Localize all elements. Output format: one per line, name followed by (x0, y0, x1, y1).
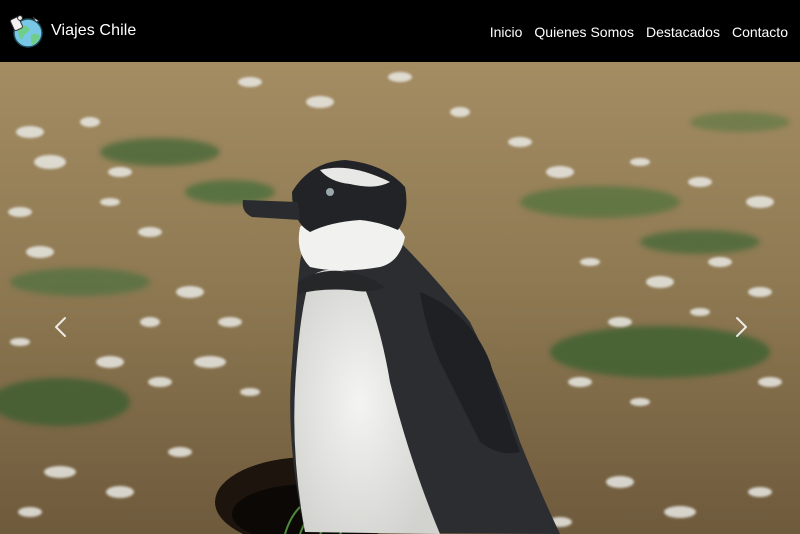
hero-carousel (0, 62, 800, 534)
slide-image-penguin (0, 62, 800, 534)
chevron-left-icon (55, 317, 66, 337)
carousel-prev-button[interactable] (48, 312, 72, 342)
nav-link-quienes-somos[interactable]: Quienes Somos (534, 24, 634, 40)
globe-traveler-icon (9, 15, 43, 48)
nav-link-inicio[interactable]: Inicio (490, 24, 523, 40)
brand-link[interactable]: Viajes Chile (9, 13, 136, 49)
carousel-next-button[interactable] (730, 312, 754, 342)
brand-name: Viajes Chile (51, 22, 137, 39)
nav-link-destacados[interactable]: Destacados (646, 24, 720, 40)
navbar: Viajes Chile Inicio Quienes Somos Destac… (0, 0, 800, 62)
main-nav: Inicio Quienes Somos Destacados Contacto (490, 24, 788, 40)
nav-link-contacto[interactable]: Contacto (732, 24, 788, 40)
chevron-right-icon (736, 317, 747, 337)
